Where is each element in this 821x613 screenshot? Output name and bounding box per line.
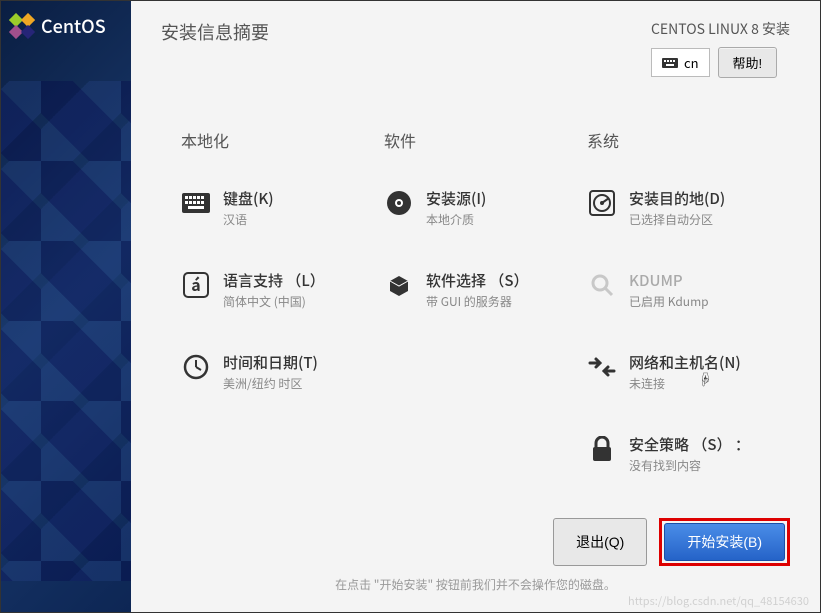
spoke-install-destination[interactable]: 安装目的地(D) 已选择自动分区: [587, 180, 770, 236]
header-subtitle: CENTOS LINUX 8 安装: [651, 19, 790, 39]
clock-icon: [181, 352, 211, 382]
spoke-security-status: 没有找到内容: [629, 457, 770, 474]
footer-hint: 在点击 "开始安装" 按钮前我们并不会操作您的磁盘。: [161, 576, 790, 593]
keyboard-indicator-label: cn: [684, 53, 699, 72]
spoke-keyboard-status: 汉语: [223, 211, 364, 228]
spoke-time-title: 时间和日期(T): [223, 352, 364, 373]
spoke-kdump-status: 已启用 Kdump: [629, 293, 770, 310]
centos-logo-icon: [9, 13, 35, 39]
spoke-language-title: 语言支持 （L）: [223, 270, 364, 291]
cursor-icon: ☟: [698, 370, 712, 390]
begin-install-highlight: 开始安装(B): [659, 518, 790, 566]
spoke-security-policy[interactable]: 安全策略 （S） ： 没有找到内容: [587, 426, 770, 482]
sidebar-pattern: [1, 81, 131, 581]
spoke-destination-status: 已选择自动分区: [629, 211, 770, 228]
spoke-source-status: 本地介质: [426, 211, 567, 228]
header: 安装信息摘要 CENTOS LINUX 8 安装 cn: [131, 1, 820, 88]
network-icon: [587, 352, 617, 382]
spoke-selection-status: 带 GUI 的服务器: [426, 293, 567, 310]
sidebar: CentOS: [1, 1, 131, 612]
spoke-source-title: 安装源(I): [426, 188, 567, 209]
sidebar-logo-text: CentOS: [41, 13, 106, 39]
spoke-install-source[interactable]: 安装源(I) 本地介质: [384, 180, 567, 236]
spoke-language-support[interactable]: á 语言支持 （L） 简体中文 (中国): [181, 262, 364, 318]
empty-cell: [384, 344, 567, 416]
header-controls: cn 帮助!: [651, 47, 790, 78]
spoke-security-title: 安全策略 （S） ：: [629, 434, 770, 455]
svg-text:á: á: [191, 272, 200, 296]
package-icon: [384, 270, 414, 300]
sidebar-logo: CentOS: [1, 1, 131, 51]
spoke-time-date[interactable]: 时间和日期(T) 美洲/纽约 时区: [181, 344, 364, 400]
footer-buttons: 退出(Q) 开始安装(B): [161, 518, 790, 566]
empty-cell: [181, 426, 364, 498]
spoke-selection-title: 软件选择 （S）: [426, 270, 567, 291]
category-system: 系统: [587, 128, 770, 152]
quit-button[interactable]: 退出(Q): [553, 518, 647, 566]
begin-install-button[interactable]: 开始安装(B): [664, 523, 785, 561]
watermark: https://blog.csdn.net/qq_48154630: [628, 593, 809, 609]
header-right: CENTOS LINUX 8 安装 cn 帮助!: [651, 19, 790, 78]
category-localization: 本地化: [181, 128, 364, 152]
keyboard-icon: [181, 188, 211, 218]
spoke-kdump-title: KDUMP: [629, 270, 770, 291]
spoke-time-status: 美洲/纽约 时区: [223, 375, 364, 392]
spoke-destination-title: 安装目的地(D): [629, 188, 770, 209]
main-area: 安装信息摘要 CENTOS LINUX 8 安装 cn: [131, 1, 820, 612]
disc-icon: [384, 188, 414, 218]
keyboard-indicator[interactable]: cn: [651, 48, 710, 77]
help-button[interactable]: 帮助!: [718, 47, 778, 78]
spoke-keyboard[interactable]: 键盘(K) 汉语: [181, 180, 364, 236]
lock-icon: [587, 434, 617, 464]
spoke-keyboard-title: 键盘(K): [223, 188, 364, 209]
spoke-network-hostname[interactable]: 网络和主机名(N) 未连接: [587, 344, 770, 400]
category-software: 软件: [384, 128, 567, 152]
keyboard-icon: [662, 58, 678, 68]
language-icon: á: [181, 270, 211, 300]
empty-cell: [384, 426, 567, 498]
spoke-kdump[interactable]: KDUMP 已启用 Kdump: [587, 262, 770, 318]
spoke-software-selection[interactable]: 软件选择 （S） 带 GUI 的服务器: [384, 262, 567, 318]
spoke-language-status: 简体中文 (中国): [223, 293, 364, 310]
search-icon: [587, 270, 617, 300]
installer-window: CentOS 安装信息摘要 CENTOS LINUX 8 安装: [0, 0, 821, 613]
spoke-grid: 本地化 软件 系统 键盘(K) 汉语 安装源(I) 本地介质: [131, 88, 820, 508]
page-title: 安装信息摘要: [161, 19, 269, 45]
disk-icon: [587, 188, 617, 218]
